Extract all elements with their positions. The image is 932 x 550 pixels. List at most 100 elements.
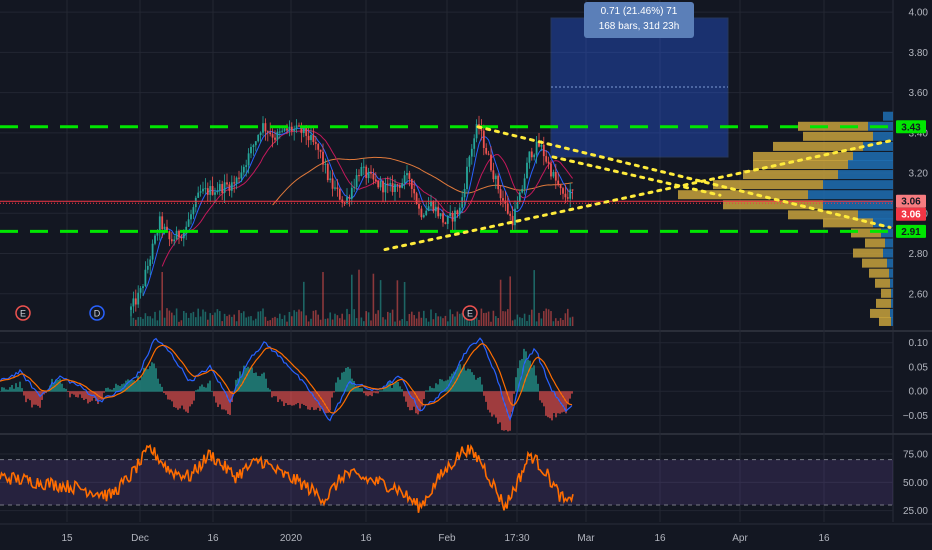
volume-bar [382,317,384,326]
volume-bar [207,319,209,326]
candle-body [245,165,248,167]
volume-bar [379,280,382,326]
macd-histogram-bar [289,391,291,405]
macd-histogram-bar [385,387,387,392]
macd-histogram-bar [533,365,535,392]
macd-histogram-bar [69,391,71,398]
candle-body [226,182,228,185]
macd-histogram-bar [263,372,265,392]
x-tick-label: Apr [732,533,748,544]
macd-histogram-bar [121,384,123,392]
macd-tick-label: −0.05 [903,411,929,422]
macd-histogram-bar [509,391,511,431]
candle-body [394,184,396,193]
macd-histogram-bar [9,387,11,392]
volume-bar [216,309,219,326]
price-tick-label: 3.80 [909,48,929,59]
candle-body [187,219,190,227]
macd-histogram-bar [167,391,169,400]
candle-body [550,163,552,177]
macd-histogram-bar [135,382,137,392]
macd-histogram-bar [483,391,485,396]
macd-histogram-bar [157,378,159,392]
volume-bar [132,317,135,326]
candle-body [420,208,423,218]
volume-bar [168,310,171,326]
volume-bar [250,316,252,326]
macd-histogram-bar [183,391,185,410]
candle-body [530,151,533,158]
macd-histogram-bar [67,391,69,392]
volume-profile-gold-bar [753,151,853,161]
volume-bar [171,312,173,326]
volume-bar [358,269,360,326]
macd-histogram-bar [319,391,321,411]
candle-body [151,243,154,260]
volume-bar [255,318,257,326]
candle-body [173,239,176,242]
volume-bar [396,280,399,326]
volume-bar [324,318,327,326]
volume-bar [245,317,247,326]
volume-profile-blue-bar [891,316,893,326]
volume-profile-blue-bar [889,268,893,278]
candle-body [242,166,245,173]
volume-bar [360,317,363,326]
macd-histogram-bar [115,383,117,392]
volume-bar [329,312,331,326]
volume-bar [391,309,394,326]
macd-histogram-bar [57,379,59,392]
macd-histogram-bar [169,391,171,400]
candle-body [482,130,485,148]
macd-tick-label: 0.05 [909,362,929,373]
candle-body [170,239,173,242]
chart-canvas[interactable]: 15 Dec 16 2020 16 Feb 17:30 Mar 16 Apr 16 4.00 3.80 3… [0,0,932,550]
trendline-dotted [551,155,722,197]
macd-histogram-bar [73,391,75,395]
candle-body [252,145,255,147]
macd-histogram-bar [213,391,215,397]
candle-body [384,183,387,193]
macd-histogram-bar [203,386,205,392]
candle-body [514,208,516,226]
macd-histogram-bar [495,391,497,418]
volume-bar [291,316,293,326]
volume-bar [147,316,149,326]
volume-profile-blue-bar [891,298,893,308]
macd-histogram-bar [291,391,293,406]
macd-histogram-bar [515,377,517,392]
volume-bar [375,313,377,326]
candle-body [490,154,492,171]
candle-body [192,207,195,215]
macd-histogram-bar [83,391,85,401]
volume-bar [271,317,274,326]
macd-histogram-bar [379,390,381,392]
volume-bar [339,318,341,326]
volume-bar [331,319,334,326]
volume-bar [411,311,413,326]
volume-bar [389,312,391,326]
candle-body [348,197,351,199]
volume-profile-gold-bar [743,170,838,180]
macd-histogram-bar [473,374,475,392]
volume-profile-gold-bar [865,238,885,248]
macd-histogram-bar [549,391,551,419]
event-marker-label: E [467,309,473,319]
price-axis-tag-label: 3.43 [901,122,921,133]
candle-body [434,206,437,212]
volume-bar [394,321,396,326]
macd-histogram-bar [461,368,463,392]
macd-histogram-bar [161,386,163,392]
macd-histogram-bar [179,391,181,409]
volume-profile-blue-bar [853,151,893,161]
volume-bar [238,310,240,326]
volume-bar [327,318,329,326]
volume-bar [226,316,228,326]
candle-body [377,181,380,188]
volume-bar [492,310,495,326]
candle-body [396,184,399,186]
volume-bar [288,311,291,326]
measure-line-2: 168 bars, 31d 23h [598,21,680,32]
price-tick-label: 4.00 [909,8,929,19]
macd-histogram-bar [347,367,349,392]
